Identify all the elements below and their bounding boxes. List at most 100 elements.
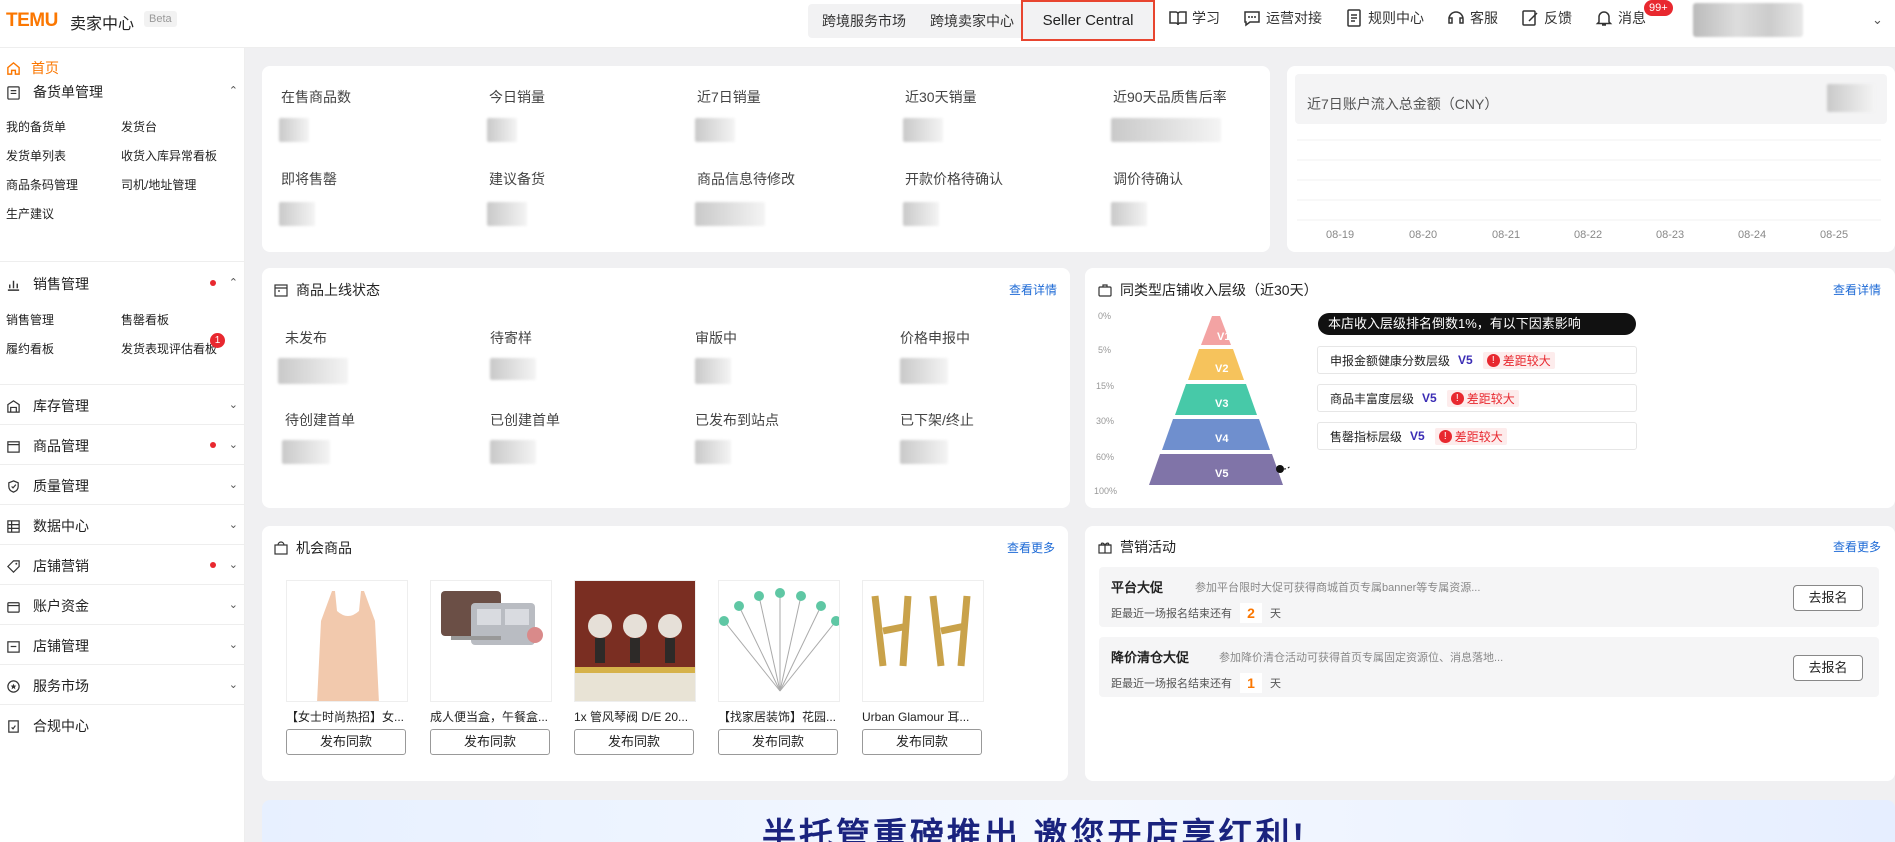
beta-badge: Beta bbox=[144, 11, 177, 27]
sidebar-divider bbox=[0, 624, 244, 625]
opportunity-view-more-link[interactable]: 查看更多 bbox=[1007, 539, 1055, 556]
publish-same-button[interactable]: 发布同款 bbox=[430, 729, 550, 755]
sidebar-section-products[interactable]: 商品管理 ⌄ bbox=[6, 436, 238, 456]
product-card: 1x 管风琴阀 D/E 20... 发布同款 bbox=[574, 580, 696, 755]
chevron-down-icon: ⌄ bbox=[228, 559, 238, 571]
ops-contact-link[interactable]: 运营对接 bbox=[1242, 8, 1322, 28]
product-name[interactable]: 1x 管风琴阀 D/E 20... bbox=[574, 708, 696, 725]
product-image[interactable] bbox=[862, 580, 984, 702]
sidebar-item-shipping-evaluation-board[interactable]: 发货表现评估看板 bbox=[121, 340, 217, 357]
sidebar-section-account-funds[interactable]: 账户资金 ⌄ bbox=[6, 596, 238, 616]
status-price-declaring[interactable]: 价格申报中 bbox=[900, 328, 970, 348]
book-icon bbox=[1169, 11, 1187, 26]
status-in-review[interactable]: 审版中 bbox=[695, 328, 737, 348]
pyramid-axis-label: 30% bbox=[1096, 416, 1115, 426]
chevron-down-icon[interactable]: ⌄ bbox=[1872, 12, 1883, 28]
temu-logo[interactable]: TEMU bbox=[6, 10, 58, 32]
publish-same-button[interactable]: 发布同款 bbox=[574, 729, 694, 755]
status-delisted[interactable]: 已下架/终止 bbox=[900, 410, 974, 430]
countdown-days: 1 bbox=[1240, 673, 1262, 693]
register-button[interactable]: 去报名 bbox=[1793, 585, 1863, 611]
status-value bbox=[490, 440, 536, 464]
sidebar-item-barcode-management[interactable]: 商品条码管理 bbox=[6, 176, 78, 193]
sidebar-item-shipping-desk[interactable]: 发货台 bbox=[121, 118, 157, 135]
opportunity-title: 机会商品 bbox=[296, 540, 352, 556]
sidebar-divider bbox=[0, 464, 244, 465]
x-tick-label: 08-23 bbox=[1656, 229, 1685, 241]
sidebar-section-service-market[interactable]: 服务市场 ⌄ bbox=[6, 676, 238, 696]
rules-link[interactable]: 规则中心 bbox=[1344, 8, 1424, 28]
product-image[interactable] bbox=[430, 580, 552, 702]
listing-view-details-link[interactable]: 查看详情 bbox=[1009, 281, 1057, 298]
product-image[interactable] bbox=[574, 580, 696, 702]
stat-90day-aftersales-rate[interactable]: 近90天品质售后率 bbox=[1113, 87, 1227, 107]
service-link[interactable]: 客服 bbox=[1446, 8, 1498, 28]
stat-info-to-modify[interactable]: 商品信息待修改 bbox=[697, 169, 795, 189]
tier-factor-row[interactable]: 商品丰富度层级 V5 ! 差距较大 bbox=[1317, 384, 1637, 412]
sidebar-section-store-marketing[interactable]: 店铺营销 ⌄ bbox=[6, 556, 238, 576]
nav-cross-border-seller-center[interactable]: 跨境卖家中心 bbox=[930, 11, 1014, 31]
learn-link[interactable]: 学习 bbox=[1168, 8, 1220, 28]
status-awaiting-sample[interactable]: 待寄样 bbox=[490, 328, 532, 348]
sidebar-item-home-label: 首页 bbox=[31, 60, 59, 76]
product-image[interactable] bbox=[286, 580, 408, 702]
sidebar-item-fulfillment-board[interactable]: 履约看板 bbox=[6, 340, 54, 357]
product-name[interactable]: 成人便当盒，午餐盒... bbox=[430, 708, 552, 725]
seller-central-tab[interactable]: Seller Central bbox=[1021, 0, 1155, 41]
sidebar-item-shipping-list[interactable]: 发货单列表 bbox=[6, 147, 66, 164]
marketing-title-wrap: 营销活动 bbox=[1098, 537, 1176, 557]
status-unpublished[interactable]: 未发布 bbox=[285, 328, 327, 348]
product-name[interactable]: 【女士时尚热招】女... bbox=[286, 708, 408, 725]
status-first-order-pending[interactable]: 待创建首单 bbox=[285, 410, 355, 430]
register-button[interactable]: 去报名 bbox=[1793, 655, 1863, 681]
tier-factor-row[interactable]: 售罄指标层级 V5 ! 差距较大 bbox=[1317, 422, 1637, 450]
marketing-view-more-link[interactable]: 查看更多 bbox=[1833, 538, 1881, 555]
nav-cross-border-market[interactable]: 跨境服务市场 bbox=[822, 11, 906, 31]
status-published-to-site[interactable]: 已发布到站点 bbox=[695, 410, 779, 430]
sidebar-section-stock-orders[interactable]: 备货单管理 ⌃ bbox=[6, 82, 238, 102]
sidebar-section-compliance[interactable]: 合规中心 bbox=[6, 716, 238, 736]
publish-same-button[interactable]: 发布同款 bbox=[286, 729, 406, 755]
product-image[interactable] bbox=[718, 580, 840, 702]
sidebar-section-sales[interactable]: 销售管理 ⌃ bbox=[6, 274, 238, 294]
sidebar-item-my-stock-orders[interactable]: 我的备货单 bbox=[6, 118, 66, 135]
sidebar-item-home[interactable]: 首页 bbox=[6, 58, 59, 78]
notification-dot bbox=[210, 562, 216, 568]
stat-value bbox=[487, 118, 517, 142]
tier-view-details-link[interactable]: 查看详情 bbox=[1833, 281, 1881, 298]
sidebar-item-receiving-exception-board[interactable]: 收货入库异常看板 bbox=[121, 147, 217, 164]
sidebar-item-sales-management[interactable]: 销售管理 bbox=[6, 311, 54, 328]
stat-reprice-to-confirm[interactable]: 调价待确认 bbox=[1113, 169, 1183, 189]
x-tick-label: 08-20 bbox=[1409, 229, 1438, 241]
notification-dot bbox=[210, 442, 216, 448]
product-name[interactable]: 【找家居装饰】花园... bbox=[718, 708, 840, 725]
stat-30day-sales[interactable]: 近30天销量 bbox=[905, 87, 977, 107]
rules-label: 规则中心 bbox=[1368, 10, 1424, 26]
product-name[interactable]: Urban Glamour 耳... bbox=[862, 708, 984, 725]
account-inflow-value bbox=[1827, 84, 1875, 112]
stat-almost-sold-out[interactable]: 即将售罄 bbox=[281, 169, 337, 189]
sidebar-item-sellout-board[interactable]: 售罄看板 bbox=[121, 311, 169, 328]
stat-today-sales[interactable]: 今日销量 bbox=[489, 87, 545, 107]
account-avatar[interactable] bbox=[1693, 3, 1803, 37]
publish-same-button[interactable]: 发布同款 bbox=[862, 729, 982, 755]
messages-label: 消息 bbox=[1618, 10, 1646, 26]
stat-7day-sales[interactable]: 近7日销量 bbox=[697, 87, 761, 107]
factor-level: V5 bbox=[1458, 353, 1473, 367]
sidebar-item-driver-address[interactable]: 司机/地址管理 bbox=[121, 176, 196, 193]
status-first-order-created[interactable]: 已创建首单 bbox=[490, 410, 560, 430]
promo-banner[interactable]: 半托管重磅推出 邀您开店享红利! bbox=[262, 800, 1895, 842]
messages-link[interactable]: 消息 bbox=[1594, 8, 1646, 28]
stat-suggested-stock[interactable]: 建议备货 bbox=[489, 169, 545, 189]
sidebar-item-production-advice[interactable]: 生产建议 bbox=[6, 205, 54, 222]
tier-factor-row[interactable]: 申报金额健康分数层级 V5 ! 差距较大 bbox=[1317, 346, 1637, 374]
sidebar-section-store-management[interactable]: 店铺管理 ⌄ bbox=[6, 636, 238, 656]
publish-same-button[interactable]: 发布同款 bbox=[718, 729, 838, 755]
stat-price-to-confirm[interactable]: 开款价格待确认 bbox=[905, 169, 1003, 189]
feedback-link[interactable]: 反馈 bbox=[1520, 8, 1572, 28]
sidebar-section-data-center[interactable]: 数据中心 ⌄ bbox=[6, 516, 238, 536]
stat-on-sale-count[interactable]: 在售商品数 bbox=[281, 87, 351, 107]
calendar-icon bbox=[274, 284, 288, 297]
sidebar-section-inventory[interactable]: 库存管理 ⌄ bbox=[6, 396, 238, 416]
sidebar-section-quality[interactable]: 质量管理 ⌄ bbox=[6, 476, 238, 496]
